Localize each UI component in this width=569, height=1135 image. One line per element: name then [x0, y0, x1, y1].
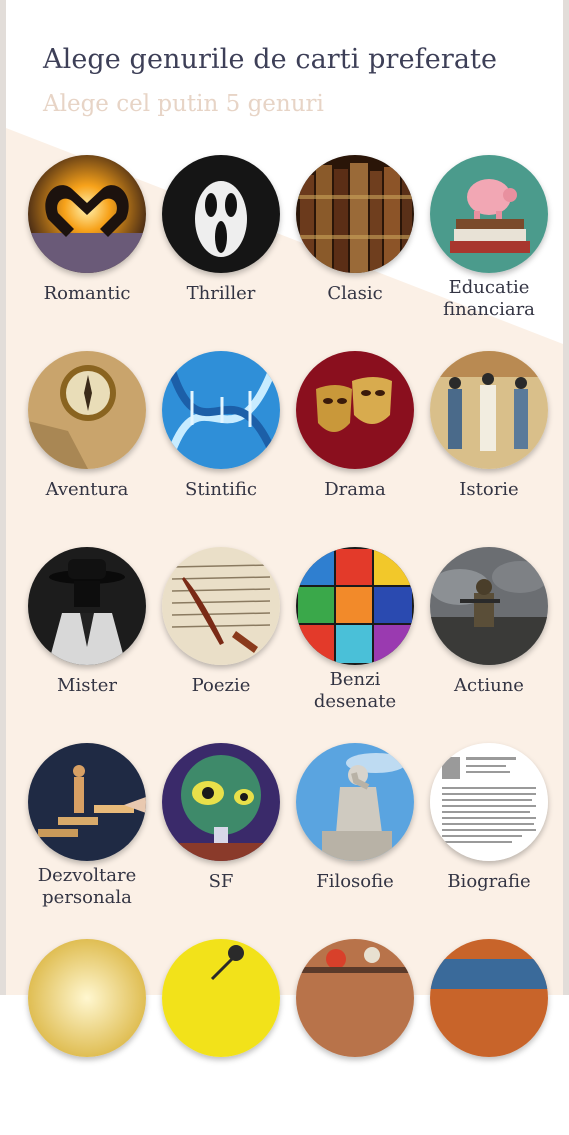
- old-books-image: [296, 155, 414, 273]
- genre-biografie[interactable]: Biografie: [422, 743, 556, 939]
- theater-masks-image: [296, 351, 414, 469]
- genre-label: Istorie: [459, 479, 519, 500]
- quill-letter-image: [162, 547, 280, 665]
- soldier-image: [430, 547, 548, 665]
- genre-label: Poezie: [191, 675, 251, 696]
- stairs-image: [28, 743, 146, 861]
- genre-poezie[interactable]: Poezie: [154, 547, 288, 743]
- genre-label: Actiune: [454, 675, 524, 696]
- heart-hands-image: [28, 155, 146, 273]
- page-title: Alege genurile de carti preferate: [43, 44, 498, 75]
- genre-label: Clasic: [327, 283, 383, 304]
- piggy-bank-image: [430, 155, 548, 273]
- genre-more-1[interactable]: [20, 939, 154, 1135]
- right-edge: [563, 0, 569, 995]
- genre-thriller[interactable]: Thriller: [154, 155, 288, 351]
- egyptian-art-image: [430, 351, 548, 469]
- landscape-image: [430, 939, 548, 1057]
- genre-label: Thriller: [186, 283, 256, 304]
- compass-image: [28, 351, 146, 469]
- header: Alege genurile de carti preferate Alege …: [43, 44, 497, 117]
- genre-mister[interactable]: Mister: [20, 547, 154, 743]
- thinker-statue-image: [296, 743, 414, 861]
- genre-label: Educatie financiara: [443, 277, 535, 320]
- genre-drama[interactable]: Drama: [288, 351, 422, 547]
- genre-aventura[interactable]: Aventura: [20, 351, 154, 547]
- microphone-image: [162, 939, 280, 1057]
- food-image: [296, 939, 414, 1057]
- genre-more-2[interactable]: [154, 939, 288, 1135]
- genre-istorie[interactable]: Istorie: [422, 351, 556, 547]
- genre-stiintific[interactable]: Stintific: [154, 351, 288, 547]
- genre-more-3[interactable]: [288, 939, 422, 1135]
- genre-benzi-desenate[interactable]: Benzi desenate: [288, 547, 422, 743]
- genre-label: Stintific: [185, 479, 257, 500]
- genre-sf[interactable]: SF: [154, 743, 288, 939]
- genre-filosofie[interactable]: Filosofie: [288, 743, 422, 939]
- comics-image: [296, 547, 414, 665]
- genre-label: Biografie: [447, 871, 531, 892]
- biography-page-image: [430, 743, 548, 861]
- ghost-mask-image: [162, 155, 280, 273]
- genre-label: Drama: [324, 479, 386, 500]
- genre-grid: Romantic Thriller Clasic Educatie financ…: [20, 155, 556, 1135]
- genre-label: Aventura: [45, 479, 129, 500]
- page-subtitle: Alege cel putin 5 genuri: [43, 91, 324, 117]
- genre-actiune[interactable]: Actiune: [422, 547, 556, 743]
- genre-clasic[interactable]: Clasic: [288, 155, 422, 351]
- genre-dezvoltare-personala[interactable]: Dezvoltare personala: [20, 743, 154, 939]
- sunset-image: [28, 939, 146, 1057]
- genre-label: Dezvoltare personala: [37, 865, 137, 908]
- genre-more-4[interactable]: [422, 939, 556, 1135]
- alien-image: [162, 743, 280, 861]
- detective-image: [28, 547, 146, 665]
- genre-romantic[interactable]: Romantic: [20, 155, 154, 351]
- genre-label: SF: [208, 871, 234, 892]
- genre-label: Filosofie: [316, 871, 394, 892]
- genre-educatie-financiara[interactable]: Educatie financiara: [422, 155, 556, 351]
- dna-image: [162, 351, 280, 469]
- genre-label: Romantic: [43, 283, 131, 304]
- genre-label: Mister: [57, 675, 117, 696]
- genre-label: Benzi desenate: [313, 669, 397, 712]
